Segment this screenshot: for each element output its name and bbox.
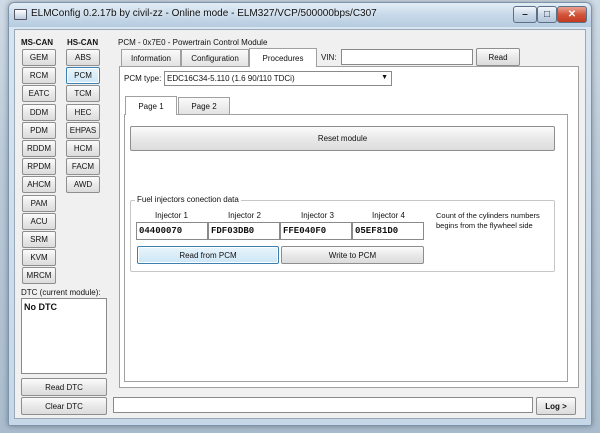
module-button-rddm[interactable]: RDDM	[22, 140, 56, 157]
window-title: ELMConfig 0.2.17b by civil-zz - Online m…	[31, 8, 377, 19]
injector-3-input[interactable]: FFE040F0	[280, 222, 352, 240]
maximize-icon: □	[543, 9, 551, 20]
injector-2-input[interactable]: FDF03DB0	[208, 222, 280, 240]
module-button-ehpas[interactable]: EHPAS	[66, 121, 100, 139]
module-button-facm[interactable]: FACM	[66, 158, 100, 176]
injector-3-header: Injector 3	[301, 211, 334, 220]
ms-can-header: MS-CAN	[21, 38, 53, 47]
vin-input[interactable]	[341, 49, 473, 65]
module-button-acu[interactable]: ACU	[22, 212, 56, 230]
module-button-ddm[interactable]: DDM	[22, 103, 56, 121]
module-button-mrcm[interactable]: MRCM	[22, 267, 56, 285]
tab-configuration[interactable]: Configuration	[181, 49, 249, 66]
module-button-rpdm[interactable]: RPDM	[22, 158, 56, 176]
app-icon	[14, 9, 27, 20]
module-button-pdm[interactable]: PDM	[22, 121, 56, 139]
close-button[interactable]: ✕	[557, 6, 587, 23]
log-input[interactable]	[113, 397, 533, 413]
pcm-header: PCM - 0x7E0 - Powertrain Control Module	[118, 38, 268, 47]
module-button-srm[interactable]: SRM	[22, 231, 56, 248]
vin-label: VIN:	[321, 53, 337, 62]
module-button-hcm[interactable]: HCM	[66, 140, 100, 157]
reset-module-button[interactable]: Reset module	[130, 126, 555, 151]
read-from-pcm-button[interactable]: Read from PCM	[137, 246, 279, 264]
module-button-eatc[interactable]: EATC	[22, 85, 56, 103]
read-dtc-button[interactable]: Read DTC	[21, 378, 107, 396]
write-to-pcm-button[interactable]: Write to PCM	[281, 246, 424, 264]
injector-2-header: Injector 2	[228, 211, 261, 220]
module-button-pam[interactable]: PAM	[22, 194, 56, 212]
module-button-rcm[interactable]: RCM	[22, 67, 56, 85]
pcm-type-label: PCM type:	[124, 74, 162, 83]
injectors-note: Count of the cylinders numbers begins fr…	[436, 211, 540, 230]
module-button-pcm[interactable]: PCM	[66, 67, 100, 85]
module-button-ahcm[interactable]: AHCM	[22, 176, 56, 194]
minimize-icon: –	[522, 9, 528, 20]
injector-4-input[interactable]: 05EF81D0	[352, 222, 424, 240]
vin-read-button[interactable]: Read	[476, 48, 520, 66]
log-button[interactable]: Log >	[536, 397, 576, 415]
hs-can-header: HS-CAN	[67, 38, 99, 47]
module-button-hec[interactable]: HEC	[66, 103, 100, 121]
dtc-list-item: No DTC	[24, 302, 57, 312]
module-button-tcm[interactable]: TCM	[66, 85, 100, 103]
injector-4-header: Injector 4	[372, 211, 405, 220]
injectors-group-title: Fuel injectors conection data	[135, 195, 241, 204]
chevron-down-icon: ▼	[381, 74, 388, 81]
injector-1-input[interactable]: 04400070	[136, 222, 208, 240]
clear-dtc-button[interactable]: Clear DTC	[21, 397, 107, 415]
minimize-button[interactable]: –	[513, 6, 537, 23]
maximize-button[interactable]: □	[537, 6, 557, 23]
dtc-label: DTC (current module):	[21, 288, 101, 297]
pcm-type-value: EDC16C34-5.110 (1.6 90/110 TDCi)	[167, 74, 295, 83]
dtc-list[interactable]: No DTC	[21, 298, 107, 374]
tab-page-1[interactable]: Page 1	[125, 96, 177, 115]
module-button-kvm[interactable]: KVM	[22, 249, 56, 267]
tab-page-2[interactable]: Page 2	[178, 97, 230, 114]
module-button-abs[interactable]: ABS	[66, 49, 100, 66]
tab-procedures[interactable]: Procedures	[249, 48, 317, 67]
module-button-awd[interactable]: AWD	[66, 176, 100, 194]
close-icon: ✕	[567, 9, 577, 20]
pcm-type-select[interactable]: EDC16C34-5.110 (1.6 90/110 TDCi) ▼	[164, 71, 392, 86]
tab-information[interactable]: Information	[121, 49, 181, 66]
module-button-gem[interactable]: GEM	[22, 49, 56, 66]
injector-1-header: Injector 1	[155, 211, 188, 220]
